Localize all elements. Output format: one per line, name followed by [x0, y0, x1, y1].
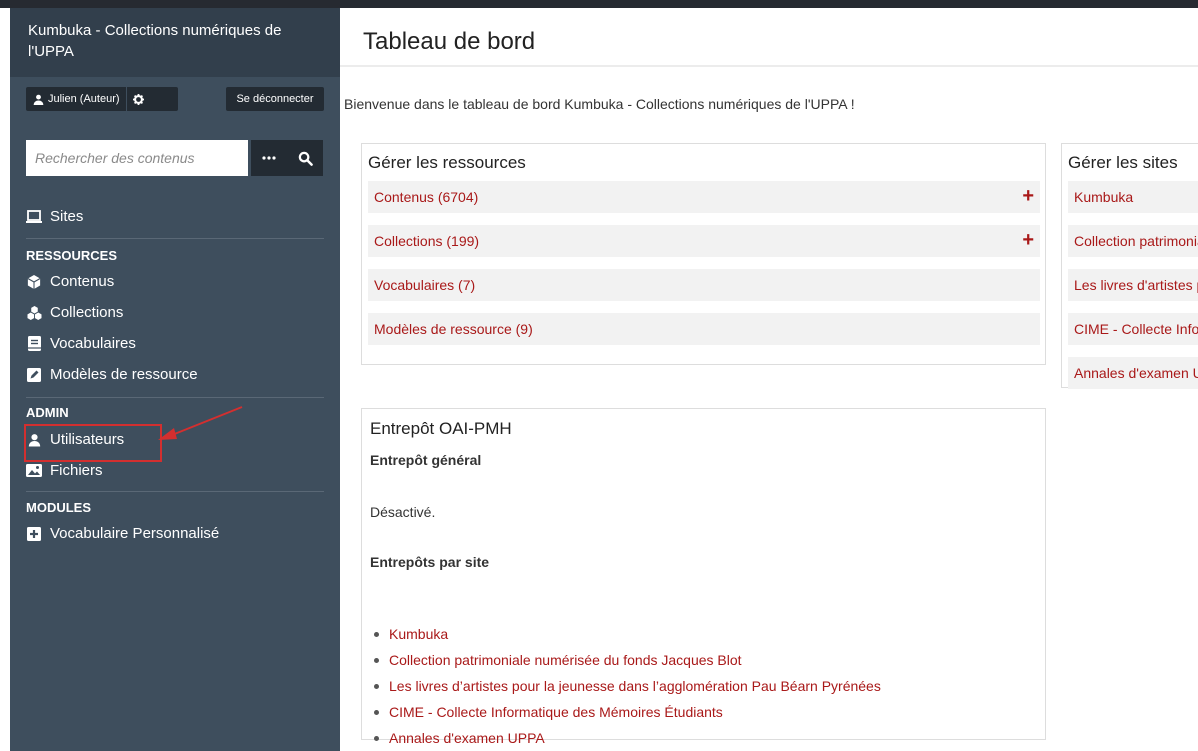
- annotation-highlight-box: [24, 424, 162, 462]
- sidebar-header: Kumbuka - Collections numériques de l'UP…: [10, 8, 340, 77]
- add-collection-icon[interactable]: +: [1022, 230, 1034, 250]
- oai-site-link[interactable]: Collection patrimoniale numérisée du fon…: [389, 652, 742, 668]
- oai-site-link[interactable]: Annales d'examen UPPA: [389, 730, 545, 746]
- annotation-arrow: [158, 406, 243, 440]
- user-label: Julien (Auteur): [48, 93, 120, 105]
- oai-general-heading: Entrepôt général: [370, 452, 482, 468]
- sites-panel-title: Gérer les sites: [1068, 153, 1178, 172]
- section-heading-admin: ADMIN: [26, 405, 69, 420]
- resource-link[interactable]: Collections (199): [374, 233, 479, 249]
- user-icon: [33, 94, 44, 105]
- section-heading-resources: RESSOURCES: [26, 248, 118, 263]
- search-input[interactable]: [26, 140, 248, 176]
- list-item[interactable]: Les livres d’artistes pour la jeunesse d…: [370, 673, 881, 699]
- top-bar: [0, 0, 1198, 8]
- list-item[interactable]: Kumbuka: [370, 621, 881, 647]
- resource-row-collections[interactable]: Collections (199) +: [368, 225, 1040, 257]
- sidebar-item-vocabulaires[interactable]: Vocabulaires: [26, 335, 136, 352]
- resource-link[interactable]: Vocabulaires (7): [374, 277, 475, 293]
- sites-panel: Gérer les sites Kumbuka Collection patri…: [1061, 143, 1198, 389]
- sidebar-item-fichiers[interactable]: Fichiers: [26, 462, 103, 479]
- cubes-icon: [26, 305, 42, 321]
- sidebar-item-modeles[interactable]: Modèles de ressource: [26, 366, 198, 383]
- site-row[interactable]: CIME - Collecte Informatique des Mémoire…: [1068, 313, 1198, 345]
- site-row[interactable]: Collection patrimoniale numérisée du fon…: [1068, 225, 1198, 257]
- sidebar-item-collections[interactable]: Collections: [26, 304, 123, 321]
- oai-site-link[interactable]: CIME - Collecte Informatique des Mémoire…: [389, 704, 723, 720]
- user-settings-button[interactable]: [127, 87, 151, 111]
- resource-link[interactable]: Contenus (6704): [374, 189, 478, 205]
- sidebar-item-contenus[interactable]: Contenus: [26, 273, 114, 290]
- site-name-link[interactable]: Kumbuka - Collections numériques de l'UP…: [28, 20, 322, 62]
- resource-row-contenus[interactable]: Contenus (6704) +: [368, 181, 1040, 213]
- ellipsis-icon: [262, 156, 276, 160]
- oai-panel: Entrepôt OAI-PMH Entrepôt général Désact…: [361, 408, 1046, 746]
- sidebar-item-label: Contenus: [50, 273, 115, 290]
- oai-site-list: Kumbuka Collection patrimoniale numérisé…: [370, 621, 881, 751]
- sidebar: Kumbuka - Collections numériques de l'UP…: [10, 8, 340, 751]
- book-icon: [26, 336, 42, 352]
- site-row[interactable]: Les livres d'artistes pour la jeunesse d…: [1068, 269, 1198, 301]
- add-contenu-icon[interactable]: +: [1022, 186, 1034, 206]
- oai-site-link[interactable]: Kumbuka: [389, 626, 448, 642]
- resource-row-modeles[interactable]: Modèles de ressource (9): [368, 313, 1040, 345]
- resources-panel-title: Gérer les ressources: [368, 153, 526, 172]
- divider: [26, 491, 324, 492]
- sidebar-item-label: Fichiers: [50, 462, 103, 479]
- resource-link[interactable]: Modèles de ressource (9): [374, 321, 533, 337]
- section-heading-modules: MODULES: [26, 500, 91, 515]
- sidebar-item-label: Vocabulaire Personnalisé: [50, 525, 220, 542]
- sidebar-item-sites[interactable]: Sites: [26, 208, 83, 225]
- welcome-text: Bienvenue dans le tableau de bord Kumbuk…: [344, 96, 855, 112]
- resources-panel: Gérer les ressources Contenus (6704) + C…: [361, 143, 1046, 365]
- site-row[interactable]: Annales d'examen UPPA: [1068, 357, 1198, 389]
- user-profile-link[interactable]: Julien (Auteur): [26, 87, 127, 111]
- oai-general-status: Désactivé.: [370, 504, 436, 520]
- resource-row-vocabulaires[interactable]: Vocabulaires (7): [368, 269, 1040, 301]
- logout-button[interactable]: Se déconnecter: [226, 87, 324, 111]
- sidebar-item-label: Sites: [50, 208, 84, 225]
- main-content: Tableau de bord Bienvenue dans le tablea…: [340, 8, 1198, 751]
- sidebar-item-label: Modèles de ressource: [50, 366, 198, 383]
- sidebar-item-vocabulaire-personnalise[interactable]: Vocabulaire Personnalisé: [26, 525, 219, 542]
- gear-icon: [133, 93, 145, 105]
- oai-site-link[interactable]: Les livres d’artistes pour la jeunesse d…: [389, 678, 881, 694]
- oai-per-site-heading: Entrepôts par site: [370, 554, 490, 570]
- cube-icon: [26, 274, 42, 290]
- search-button[interactable]: [287, 140, 323, 176]
- list-item[interactable]: Collection patrimoniale numérisée du fon…: [370, 647, 881, 673]
- title-divider: [340, 65, 1198, 67]
- pencil-square-icon: [26, 367, 42, 383]
- search-options-button[interactable]: [251, 140, 287, 176]
- search-bar: [26, 140, 323, 176]
- sidebar-item-label: Vocabulaires: [50, 335, 136, 352]
- laptop-icon: [26, 209, 42, 225]
- list-item[interactable]: CIME - Collecte Informatique des Mémoire…: [370, 699, 881, 725]
- user-bar: Julien (Auteur) Se déconnecter: [10, 77, 340, 137]
- sidebar-item-label: Collections: [50, 304, 124, 321]
- oai-panel-title: Entrepôt OAI-PMH: [370, 419, 512, 438]
- site-row[interactable]: Kumbuka: [1068, 181, 1198, 213]
- divider: [26, 238, 324, 239]
- divider: [26, 397, 324, 398]
- page-title: Tableau de bord: [363, 28, 536, 55]
- search-icon: [298, 151, 313, 166]
- list-item[interactable]: Annales d'examen UPPA: [370, 725, 881, 751]
- plus-square-icon: [26, 526, 42, 542]
- user-button: Julien (Auteur): [26, 87, 178, 111]
- image-icon: [26, 463, 42, 479]
